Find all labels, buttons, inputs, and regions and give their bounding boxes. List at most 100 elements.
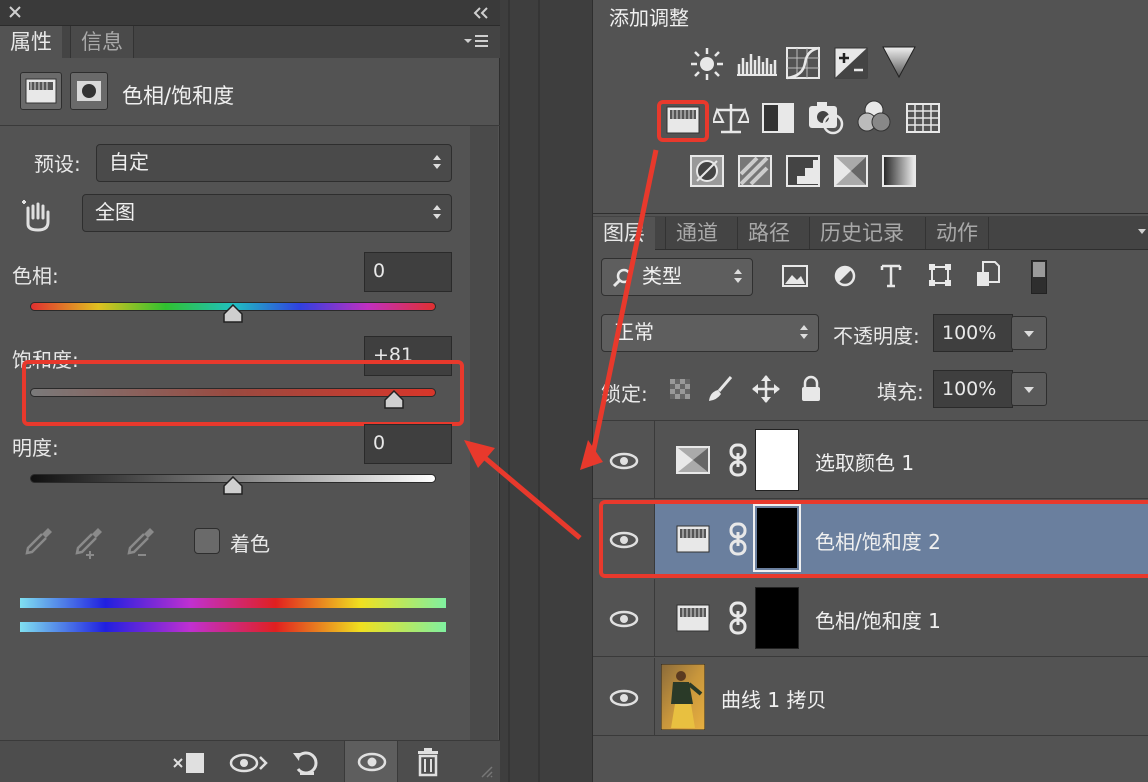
filter-toggle-knob — [1033, 262, 1045, 277]
brightness-contrast-icon[interactable] — [689, 46, 725, 82]
eye-icon — [609, 452, 639, 470]
exposure-icon[interactable] — [833, 46, 869, 80]
trash-icon[interactable] — [414, 747, 442, 777]
filter-type-icon[interactable] — [879, 262, 903, 288]
layer-row[interactable]: 选取颜色 1 — [593, 421, 1148, 499]
visibility-toggle-button[interactable] — [344, 741, 398, 782]
close-icon[interactable] — [8, 5, 22, 19]
lock-image-icon[interactable] — [705, 374, 735, 404]
layer-row[interactable]: 色相/饱和度 1 — [593, 579, 1148, 657]
tab-channels[interactable]: 通道 — [665, 217, 728, 249]
preset-select[interactable]: 自定 — [96, 144, 452, 182]
threshold-icon[interactable] — [785, 154, 821, 188]
eye-icon — [357, 752, 387, 772]
adjustment-type-button[interactable] — [20, 72, 62, 110]
lightness-label: 明度: — [12, 436, 59, 460]
layer-filter-select[interactable]: 类型 — [601, 258, 753, 296]
hue-input[interactable]: 0 — [364, 252, 452, 292]
hue-label: 色相: — [12, 264, 59, 288]
preset-value: 自定 — [109, 150, 149, 174]
layer-mask-thumbnail[interactable] — [755, 587, 799, 649]
hue-saturation-icon — [676, 604, 710, 632]
layer-name: 曲线 1 拷贝 — [721, 688, 827, 712]
layer-name: 色相/饱和度 1 — [815, 609, 941, 633]
blend-mode-select[interactable]: 正常 — [601, 314, 819, 352]
collapse-icon[interactable] — [472, 6, 490, 20]
tab-actions[interactable]: 动作 — [925, 217, 989, 249]
tab-properties[interactable]: 属性 — [0, 26, 62, 58]
opacity-dropdown-button[interactable] — [1011, 316, 1047, 350]
properties-panel: 属性 信息 色相/饱和度 预设: 自定 全图 色相: 0 饱和度: +81 明度… — [0, 0, 500, 782]
lightness-input[interactable]: 0 — [364, 424, 452, 464]
hue-saturation-adjust-icon[interactable] — [665, 104, 701, 136]
filter-toggle-switch[interactable] — [1031, 260, 1047, 294]
tab-paths[interactable]: 路径 — [737, 217, 800, 249]
link-icon[interactable] — [727, 443, 749, 477]
mask-icon — [77, 81, 101, 101]
right-panels: 添加调整 图层 通道 路径 历史记录 动作 类型 正常 不透明度: 100% 锁… — [592, 0, 1148, 782]
hue-spectrum-bar-input — [20, 598, 446, 608]
search-icon — [612, 268, 632, 288]
color-balance-icon[interactable] — [713, 100, 749, 136]
colorize-checkbox[interactable] — [194, 528, 220, 554]
photo-thumbnail[interactable] — [661, 664, 705, 730]
lock-transparent-icon[interactable] — [669, 378, 691, 400]
view-previous-state-icon[interactable] — [228, 749, 268, 777]
eye-icon — [609, 689, 639, 707]
layer-mask-thumbnail[interactable] — [755, 429, 799, 491]
eyedropper-subtract-icon[interactable] — [124, 524, 158, 560]
layers-tabbar: 图层 通道 路径 历史记录 动作 — [593, 216, 1148, 250]
panel-menu-icon[interactable] — [1137, 228, 1147, 236]
lock-position-icon[interactable] — [751, 374, 781, 404]
visibility-cell[interactable] — [593, 579, 655, 657]
layer-row[interactable]: 曲线 1 拷贝 — [593, 658, 1148, 736]
panel-menu-icon[interactable] — [462, 33, 490, 51]
selective-color-icon — [676, 446, 710, 474]
posterize-icon[interactable] — [737, 154, 773, 188]
channel-select[interactable]: 全图 — [82, 194, 452, 232]
visibility-cell[interactable] — [593, 658, 655, 736]
vibrance-icon[interactable] — [881, 44, 917, 80]
fill-dropdown-button[interactable] — [1011, 372, 1047, 406]
adjustments-title: 添加调整 — [609, 6, 689, 30]
fill-input[interactable]: 100% — [933, 370, 1013, 408]
color-lookup-icon[interactable] — [905, 102, 941, 134]
clip-to-layer-icon[interactable] — [170, 749, 208, 777]
eyedropper-add-icon[interactable] — [72, 524, 106, 560]
layer-name: 选取颜色 1 — [815, 451, 915, 475]
properties-titlebar — [0, 0, 500, 26]
scrollbar-track[interactable] — [470, 126, 498, 740]
opacity-input[interactable]: 100% — [933, 314, 1013, 352]
black-white-icon[interactable] — [761, 102, 795, 134]
filter-pixel-icon[interactable] — [781, 264, 809, 288]
channel-value: 全图 — [95, 200, 135, 224]
divider — [538, 0, 540, 782]
panel-gap — [500, 0, 592, 782]
levels-icon[interactable] — [737, 48, 777, 78]
tab-history[interactable]: 历史记录 — [809, 217, 914, 249]
eye-icon — [609, 610, 639, 628]
adjustment-title: 色相/饱和度 — [122, 84, 235, 108]
filter-adjustment-icon[interactable] — [833, 264, 857, 288]
selective-color-adjust-icon[interactable] — [833, 154, 869, 188]
targeted-adjustment-icon[interactable] — [18, 194, 58, 234]
channel-mixer-icon[interactable] — [855, 98, 893, 136]
filter-smart-object-icon[interactable] — [975, 260, 1001, 290]
link-icon[interactable] — [727, 601, 749, 635]
mask-button[interactable] — [70, 72, 108, 110]
filter-shape-icon[interactable] — [927, 262, 953, 288]
photo-filter-icon[interactable] — [807, 98, 845, 136]
reset-icon[interactable] — [290, 747, 322, 777]
tab-info[interactable]: 信息 — [70, 26, 134, 58]
lock-all-icon[interactable] — [799, 374, 823, 404]
invert-icon[interactable] — [689, 154, 725, 188]
resize-grip-icon[interactable] — [478, 763, 494, 779]
visibility-cell[interactable] — [593, 421, 655, 499]
gradient-map-icon[interactable] — [881, 154, 917, 188]
hue-saturation-icon — [25, 78, 57, 104]
eyedropper-icon[interactable] — [22, 524, 56, 558]
updown-icon — [433, 205, 441, 219]
tab-layers[interactable]: 图层 — [593, 217, 655, 250]
curves-icon[interactable] — [785, 46, 821, 80]
slider-thumb-icon — [223, 304, 243, 323]
